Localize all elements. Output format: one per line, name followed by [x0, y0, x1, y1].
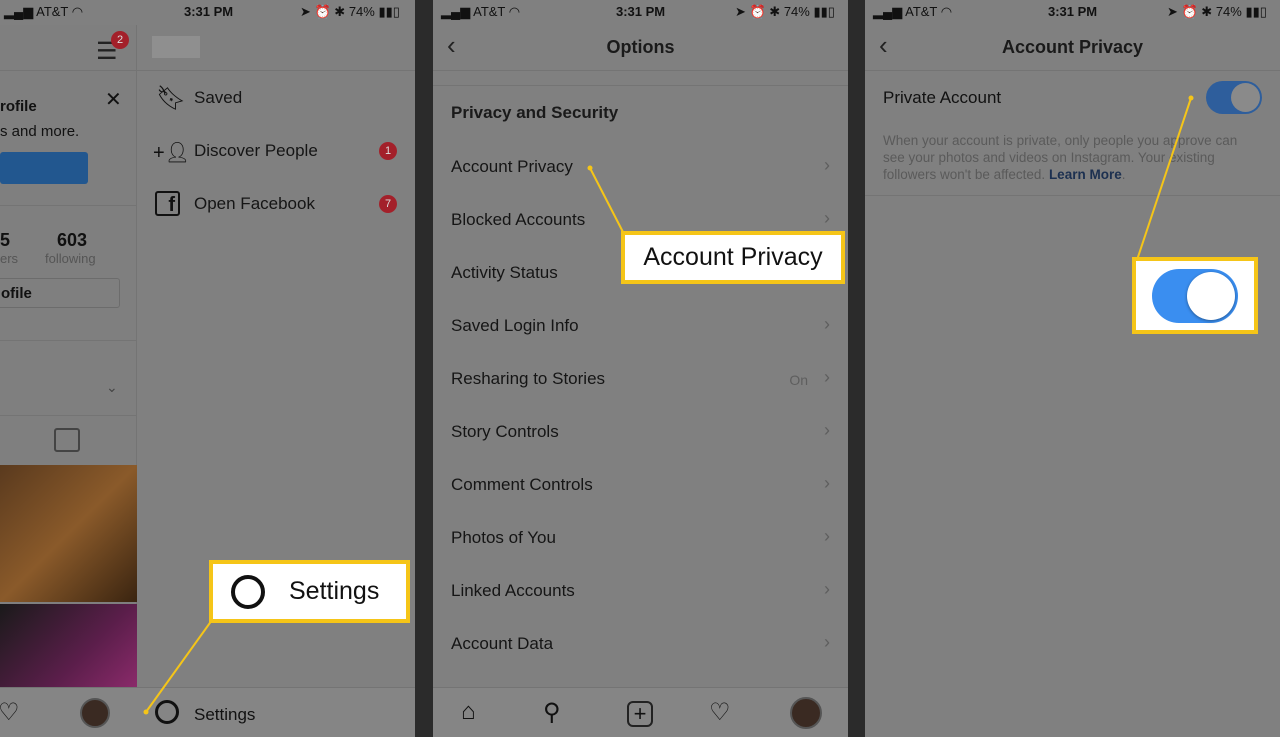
- callout-label: Settings: [289, 577, 380, 605]
- account-privacy-callout: Account Privacy: [621, 231, 845, 284]
- settings-callout: Settings: [209, 560, 410, 623]
- callout-lines: [143, 95, 1194, 715]
- toggle-callout: [1132, 257, 1258, 334]
- callout-label: Account Privacy: [643, 243, 823, 271]
- toggle-knob: [1187, 271, 1235, 320]
- toggle-enlarged: [1152, 268, 1238, 323]
- gear-icon: [231, 574, 265, 609]
